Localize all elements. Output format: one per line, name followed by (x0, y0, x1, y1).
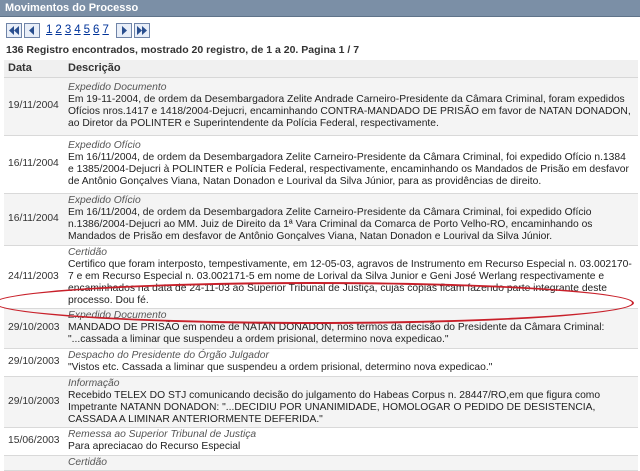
event-type: Remessa ao Superior Tribunal de Justiça (68, 429, 257, 440)
previous-page-button[interactable] (24, 22, 40, 38)
row-description: Expedido Documento MANDADO DE PRISÃO em … (64, 308, 638, 349)
row-date: 15/06/2003 (4, 427, 64, 456)
table-row: 16/11/2004 Expedido Ofício Em 16/11/2004… (4, 193, 638, 246)
panel-title: Movimentos do Processo (0, 0, 640, 17)
event-type: Expedido Documento (68, 82, 167, 93)
column-header-date: Data (4, 60, 64, 78)
table-row: 19/11/2004 Expedido Documento Em 19-11-2… (4, 77, 638, 136)
event-text: Recebido TELEX DO STJ comunicando decisã… (68, 389, 601, 425)
row-date: 29/10/2003 (4, 308, 64, 349)
table-row: 16/11/2004 Expedido Ofício Em 16/11/2004… (4, 135, 638, 194)
page-link-4[interactable]: 4 (74, 24, 80, 36)
event-type: Expedido Documento (68, 310, 167, 321)
row-description: Certidão Certifico que foram interposto,… (64, 245, 638, 309)
first-page-button[interactable] (6, 22, 22, 38)
event-type: Certidão (68, 456, 107, 468)
row-description: Informação Recebido TELEX DO STJ comunic… (64, 376, 638, 428)
event-text: Certifico que foram interposto, tempesti… (68, 258, 632, 306)
row-description: Expedido Ofício Em 16/11/2004, de ordem … (64, 193, 638, 246)
chevron-left-icon (29, 25, 34, 35)
chevron-right-icon (121, 25, 127, 35)
table-row: 29/10/2003 Informação Recebido TELEX DO … (4, 376, 638, 428)
row-description: Remessa ao Superior Tribunal de Justiça … (64, 427, 638, 456)
row-date: 16/11/2004 (4, 135, 64, 194)
page-link-5[interactable]: 5 (84, 24, 90, 36)
event-text: Em 16/11/2004, de ordem da Desembargador… (68, 207, 593, 242)
pager: 1 2 3 4 5 6 7 (6, 21, 152, 39)
results-summary: 136 Registro encontrados, mostrado 20 re… (6, 44, 360, 56)
table-row: Certidão (4, 455, 638, 471)
double-chevron-right-icon (136, 25, 147, 35)
row-date: 16/11/2004 (4, 193, 64, 246)
table-row: 15/06/2003 Remessa ao Superior Tribunal … (4, 427, 638, 456)
event-type: Informação (68, 377, 120, 389)
row-description: Certidão (64, 455, 638, 471)
column-header-description: Descrição (64, 60, 638, 78)
event-text: Em 16/11/2004, de ordem da Desembargador… (68, 152, 629, 187)
event-type: Despacho do Presidente do Órgão Julgador (68, 350, 269, 361)
row-description: Expedido Documento Em 19-11-2004, de ord… (64, 77, 638, 136)
row-description: Expedido Ofício Em 16/11/2004, de ordem … (64, 135, 638, 194)
double-chevron-left-icon (9, 25, 19, 35)
table-header-row: Data Descrição (4, 60, 638, 78)
row-date: 19/11/2004 (4, 77, 64, 136)
page-link-2[interactable]: 2 (55, 24, 61, 36)
row-date: 29/10/2003 (4, 376, 64, 428)
last-page-button[interactable] (133, 22, 150, 38)
event-type: Certidão (68, 246, 107, 258)
table-row: 24/11/2003 Certidão Certifico que foram … (4, 245, 638, 309)
next-page-button[interactable] (115, 22, 132, 38)
event-text: Em 19-11-2004, de ordem da Desembargador… (68, 94, 631, 129)
event-type: Expedido Ofício (68, 140, 141, 151)
movements-table: Data Descrição 19/11/2004 Expedido Docum… (4, 60, 638, 471)
event-type: Expedido Ofício (68, 195, 141, 206)
table-row: 29/10/2003 Despacho do Presidente do Órg… (4, 348, 638, 377)
page-link-7[interactable]: 7 (102, 24, 108, 36)
row-date: 29/10/2003 (4, 348, 64, 377)
event-text: Para apreciacao do Recurso Especial (68, 441, 241, 452)
page-link-6[interactable]: 6 (93, 24, 99, 36)
row-date (4, 455, 64, 471)
row-description: Despacho do Presidente do Órgão Julgador… (64, 348, 638, 377)
page-link-3[interactable]: 3 (65, 24, 71, 36)
page-links: 1 2 3 4 5 6 7 (46, 24, 112, 36)
event-text: MANDADO DE PRISÃO em nome de NATAN DONAD… (68, 322, 605, 345)
event-text: "Vistos etc. Cassada a liminar que suspe… (68, 362, 493, 373)
table-row: 29/10/2003 Expedido Documento MANDADO DE… (4, 308, 638, 349)
row-date: 24/11/2003 (4, 245, 64, 309)
page-link-1[interactable]: 1 (46, 24, 52, 36)
